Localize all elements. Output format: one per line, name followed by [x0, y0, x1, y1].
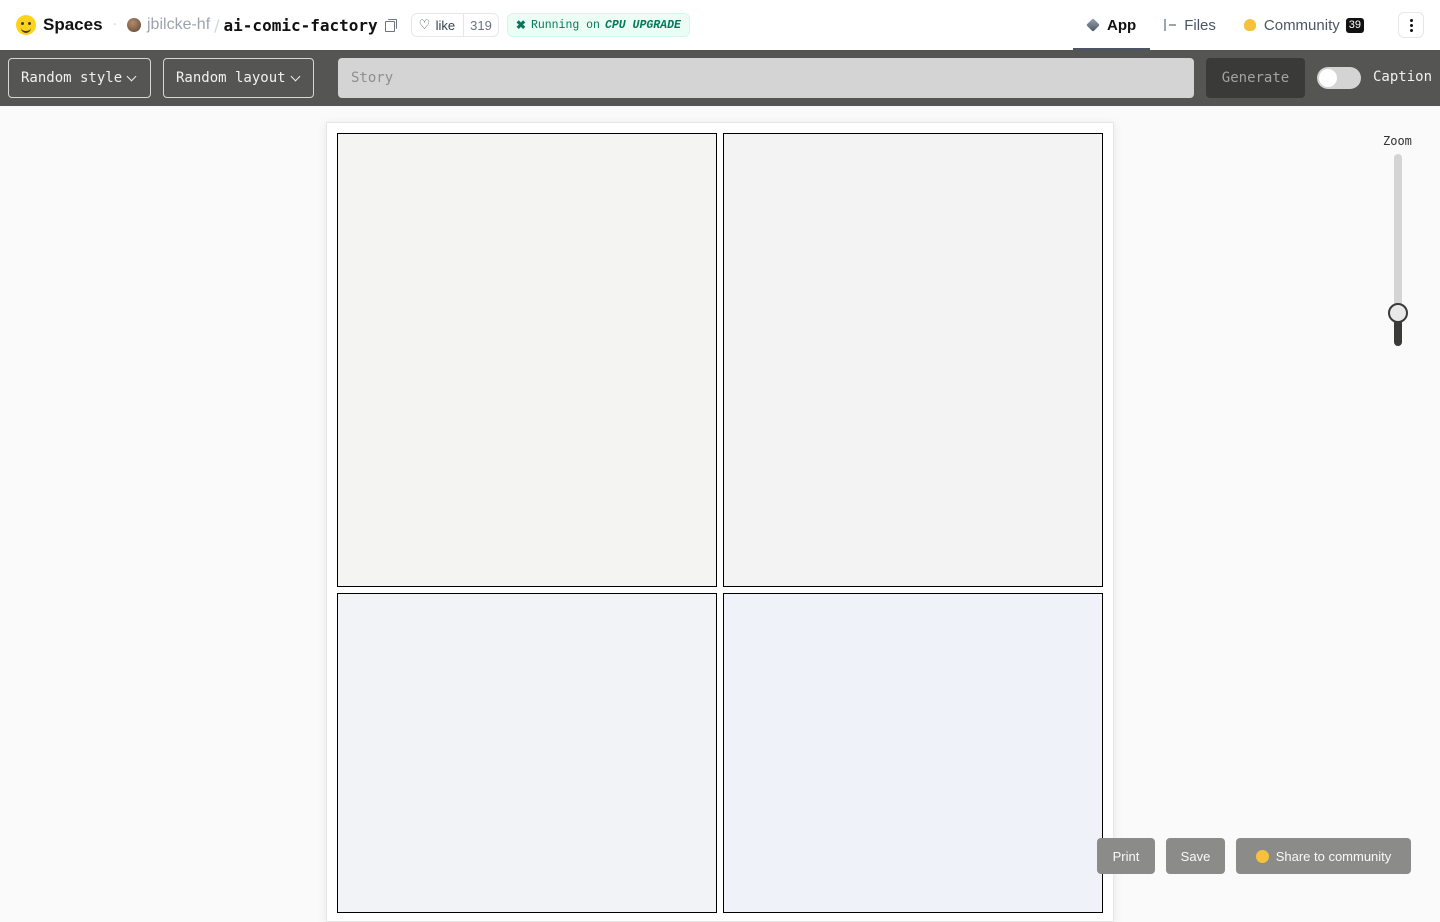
- comic-panel: [337, 133, 717, 587]
- caption-label: Caption: [1373, 69, 1433, 85]
- status-prefix: Running on: [530, 18, 600, 32]
- files-icon: [1164, 19, 1177, 31]
- print-button[interactable]: Print: [1097, 838, 1155, 874]
- comic-panel: [723, 133, 1103, 587]
- chevron-down-icon: [126, 71, 137, 81]
- style-select-value: Random style: [21, 70, 123, 86]
- community-count-badge: 39: [1345, 17, 1364, 33]
- spaces-logo[interactable]: Spaces: [16, 15, 103, 35]
- brand-label: Spaces: [43, 15, 103, 34]
- style-select[interactable]: Random style: [8, 58, 151, 98]
- share-label: Share to community: [1275, 848, 1392, 864]
- space-tabs: App Files Community 39: [1073, 0, 1440, 50]
- like-count[interactable]: 319: [463, 14, 498, 36]
- status-hardware: CPU UPGRADE: [604, 18, 681, 32]
- layout-select-value: Random layout: [176, 70, 286, 86]
- tab-community[interactable]: Community 39: [1230, 0, 1378, 50]
- tab-files[interactable]: Files: [1150, 0, 1230, 50]
- tab-app[interactable]: App: [1073, 0, 1151, 50]
- caption-toggle-knob: [1319, 69, 1337, 87]
- hugging-face-icon: [1255, 849, 1269, 863]
- heart-icon: ♡: [418, 17, 431, 32]
- chevron-down-icon: [290, 71, 301, 81]
- owner-avatar[interactable]: [127, 18, 141, 32]
- tab-community-label: Community: [1263, 16, 1340, 34]
- path-separator: /: [214, 15, 220, 35]
- zoom-label: Zoom: [1383, 134, 1412, 148]
- comic-panel: [723, 593, 1103, 913]
- owner-link[interactable]: jbilcke-hf: [147, 16, 210, 34]
- tab-app-label: App: [1107, 16, 1137, 34]
- app-icon: [1086, 18, 1100, 32]
- like-button[interactable]: ♡ like: [412, 14, 464, 36]
- comic-page: [326, 122, 1114, 922]
- story-input[interactable]: [338, 58, 1194, 98]
- like-label: like: [435, 17, 456, 33]
- hugging-face-icon: [16, 15, 36, 35]
- comic-panel: [337, 593, 717, 913]
- save-button[interactable]: Save: [1166, 838, 1225, 874]
- more-options-button[interactable]: [1398, 12, 1424, 38]
- header-separator: ·: [112, 17, 117, 33]
- spaces-header: Spaces · jbilcke-hf / ai-comic-factory ♡…: [0, 0, 1440, 50]
- running-icon: ✖: [515, 18, 526, 33]
- tab-files-label: Files: [1184, 16, 1216, 34]
- kebab-icon: [1409, 18, 1413, 22]
- copy-icon[interactable]: [384, 19, 397, 32]
- like-widget: ♡ like 319: [410, 13, 499, 37]
- community-icon: [1243, 19, 1256, 31]
- layout-select[interactable]: Random layout: [163, 58, 314, 98]
- share-to-community-button[interactable]: Share to community: [1236, 838, 1411, 874]
- status-badge[interactable]: ✖ Running on CPU UPGRADE: [506, 13, 690, 37]
- generate-button[interactable]: Generate: [1206, 58, 1305, 98]
- comic-toolbar: Random style Random layout Generate Capt…: [0, 50, 1440, 106]
- caption-toggle[interactable]: [1317, 67, 1361, 89]
- zoom-slider-thumb[interactable]: [1388, 303, 1408, 323]
- repo-link[interactable]: ai-comic-factory: [224, 16, 378, 35]
